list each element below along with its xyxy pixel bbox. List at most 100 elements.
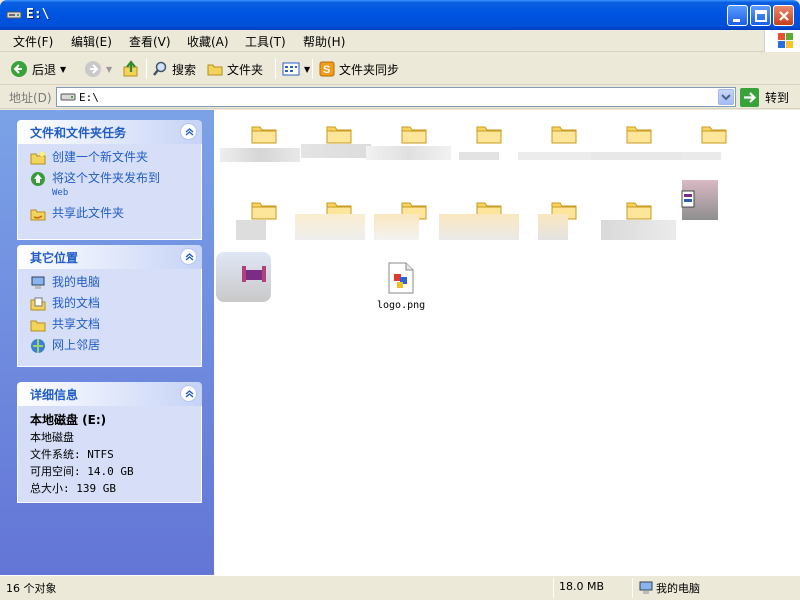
close-button[interactable] [773, 5, 794, 26]
task-publish-web-label: 将这个文件夹发布到 [52, 171, 161, 185]
place-network[interactable]: 网上邻居 [30, 338, 201, 354]
views-dropdown-icon[interactable]: ▼ [304, 65, 310, 74]
title-bar[interactable]: E:\ [0, 0, 800, 30]
menu-view[interactable]: 查看(V) [129, 33, 171, 50]
folder-item[interactable] [526, 190, 601, 260]
maximize-icon [755, 10, 767, 22]
close-icon [779, 11, 789, 21]
folder-icon [626, 126, 652, 144]
status-object-count: 16 个对象 [6, 582, 57, 595]
folder-sync-button[interactable]: S 文件夹同步 [319, 57, 399, 81]
drive-icon [6, 11, 22, 19]
task-pane: 文件和文件夹任务 创建一个新文件夹 将这个文件夹发布到 Web 共享此文件夹 其… [0, 110, 214, 575]
file-view[interactable]: logo.png [214, 110, 800, 575]
collapse-details-button[interactable] [180, 385, 197, 402]
logo-file-label[interactable]: logo.png [377, 300, 425, 311]
blurred-label [366, 146, 451, 160]
back-label: 后退 [32, 62, 57, 77]
shared-documents-icon [30, 320, 46, 332]
status-bar: 16 个对象 18.0 MB 我的电脑 [0, 575, 800, 600]
windows-flag-icon [778, 33, 793, 48]
details-drive-name: 本地磁盘 (E:) [30, 413, 107, 427]
collapse-tasks-button[interactable] [180, 123, 197, 140]
folders-label: 文件夹 [227, 62, 264, 77]
task-publish-web[interactable]: 将这个文件夹发布到 Web [30, 171, 201, 201]
folder-item[interactable] [220, 114, 301, 184]
menu-favorites[interactable]: 收藏(A) [187, 33, 229, 50]
address-label: 地址(D) [9, 91, 52, 105]
back-button[interactable]: 后退 ▼ [10, 57, 66, 81]
folder-icon [701, 126, 727, 144]
folder-icon [626, 202, 652, 220]
menu-tools[interactable]: 工具(T) [245, 33, 286, 50]
standard-toolbar: 后退 ▼ ▼ 搜索 文件夹 ▼ S 文件夹同步 [0, 53, 800, 85]
archive-item[interactable] [216, 252, 301, 330]
tasks-panel-title: 文件和文件夹任务 [30, 126, 127, 140]
search-button[interactable]: 搜索 [152, 57, 196, 81]
new-folder-icon [30, 151, 46, 165]
place-my-documents[interactable]: 我的文档 [30, 296, 201, 312]
details-panel-title: 详细信息 [30, 388, 79, 402]
folder-sync-label: 文件夹同步 [339, 62, 400, 77]
sync-icon: S [319, 61, 335, 77]
task-share-folder[interactable]: 共享此文件夹 [30, 206, 201, 222]
task-share-folder-label: 共享此文件夹 [52, 206, 125, 220]
folder-item[interactable] [301, 114, 376, 184]
address-bar: 地址(D) E:\ 转到 [0, 85, 800, 109]
folder-icon [401, 126, 427, 144]
archive-item[interactable] [676, 180, 751, 250]
folder-item[interactable] [295, 190, 376, 260]
folder-icon [476, 126, 502, 144]
task-new-folder[interactable]: 创建一个新文件夹 [30, 150, 201, 166]
folder-item[interactable] [518, 114, 601, 184]
folder-item[interactable] [591, 114, 681, 184]
minimize-button[interactable] [727, 5, 748, 26]
search-label: 搜索 [172, 62, 197, 77]
place-network-label: 网上邻居 [52, 338, 101, 352]
places-panel-header[interactable]: 其它位置 [17, 245, 202, 269]
maximize-button[interactable] [750, 5, 771, 26]
minimize-icon [733, 19, 740, 22]
folder-item[interactable] [366, 114, 451, 184]
address-dropdown-button[interactable] [718, 89, 734, 105]
place-shared-documents[interactable]: 共享文档 [30, 317, 201, 333]
go-label: 转到 [765, 90, 790, 105]
tasks-panel-header[interactable]: 文件和文件夹任务 [17, 120, 202, 144]
place-my-computer[interactable]: 我的电脑 [30, 275, 201, 291]
forward-button[interactable]: ▼ [84, 57, 112, 81]
details-panel: 详细信息 本地磁盘 (E:) 本地磁盘 文件系统: NTFS 可用空间: 14.… [17, 382, 202, 503]
details-panel-header[interactable]: 详细信息 [17, 382, 202, 406]
folder-item[interactable] [451, 114, 526, 184]
up-button[interactable] [122, 57, 140, 81]
collapse-places-button[interactable] [180, 248, 197, 265]
archive-icon [242, 266, 266, 282]
places-panel-title: 其它位置 [30, 251, 79, 265]
image-file-icon[interactable] [386, 262, 416, 294]
blurred-label [301, 144, 371, 158]
menu-edit[interactable]: 编辑(E) [71, 33, 112, 50]
folder-item[interactable] [676, 114, 751, 184]
folder-item[interactable] [226, 190, 301, 260]
window-title: E:\ [26, 7, 50, 22]
views-button[interactable]: ▼ [282, 57, 310, 81]
address-input[interactable]: E:\ [56, 87, 736, 107]
forward-arrow-icon [85, 61, 101, 77]
back-dropdown-icon[interactable]: ▼ [60, 65, 66, 74]
drive-icon [60, 93, 76, 101]
details-free-space: 可用空间: 14.0 GB [30, 465, 134, 478]
blurred-label [236, 220, 266, 240]
go-button[interactable]: 转到 [740, 87, 789, 107]
menu-help[interactable]: 帮助(H) [303, 33, 345, 50]
folders-button[interactable]: 文件夹 [207, 57, 263, 81]
network-places-icon [31, 339, 45, 353]
status-location: 我的电脑 [656, 582, 700, 595]
place-my-computer-label: 我的电脑 [52, 275, 101, 289]
menu-file[interactable]: 文件(F) [13, 33, 53, 50]
forward-dropdown-icon[interactable]: ▼ [106, 65, 112, 74]
blurred-label [459, 152, 499, 160]
folder-icon [326, 126, 352, 144]
folder-item[interactable] [601, 190, 676, 260]
folder-item[interactable] [439, 190, 526, 260]
details-drive-type: 本地磁盘 [30, 431, 74, 444]
blurred-label [518, 152, 598, 160]
